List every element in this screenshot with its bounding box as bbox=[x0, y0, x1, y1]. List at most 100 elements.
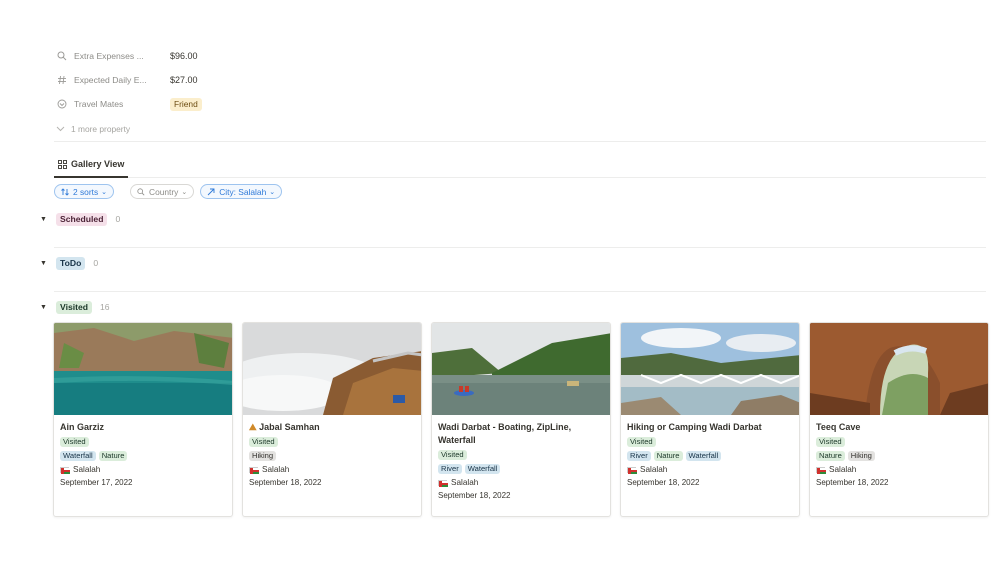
tab-label: Gallery View bbox=[71, 159, 125, 169]
tab-gallery-view[interactable]: Gallery View bbox=[54, 152, 129, 178]
arrow-up-right-icon bbox=[207, 188, 215, 196]
tag: Nature bbox=[98, 451, 128, 461]
status-badge: Visited bbox=[60, 437, 89, 447]
cover-image bbox=[243, 323, 421, 415]
date-label: September 18, 2022 bbox=[249, 478, 322, 487]
person-circle-icon bbox=[56, 98, 68, 110]
tag: Nature bbox=[653, 451, 683, 461]
property-row-expected-daily[interactable]: Expected Daily E... $27.00 bbox=[56, 68, 986, 92]
view-tabs-bar: Gallery View bbox=[54, 152, 986, 178]
gallery-card[interactable]: Wadi Darbat - Boating, ZipLine, Waterfal… bbox=[431, 322, 611, 517]
card-title: Wadi Darbat - Boating, ZipLine, Waterfal… bbox=[438, 422, 572, 445]
card-title: Hiking or Camping Wadi Darbat bbox=[627, 422, 762, 432]
properties-panel: Extra Expenses ... $96.00 Expected Daily… bbox=[56, 44, 986, 142]
triangle-down-icon[interactable]: ▼ bbox=[40, 260, 50, 267]
mountain-emoji-icon: ⛰ bbox=[249, 422, 257, 432]
country-filter-chip[interactable]: Country ⌄ bbox=[130, 184, 195, 199]
city-label: Salalah bbox=[60, 465, 226, 474]
group-count: 0 bbox=[115, 214, 121, 224]
tag: Hiking bbox=[249, 451, 277, 461]
divider bbox=[54, 291, 986, 292]
sort-icon bbox=[61, 187, 69, 196]
cover-image bbox=[810, 323, 988, 415]
triangle-down-icon[interactable]: ▼ bbox=[40, 304, 50, 311]
gallery-cards: Ain Garziz Visited Waterfall Nature Sala… bbox=[53, 322, 989, 517]
card-title: Ain Garziz bbox=[60, 422, 105, 432]
more-property-label: 1 more property bbox=[71, 124, 131, 134]
tag: Waterfall bbox=[60, 451, 96, 461]
chevron-down-icon: ⌄ bbox=[181, 188, 188, 196]
oman-flag-icon bbox=[438, 479, 448, 487]
group-label: Visited bbox=[56, 300, 93, 314]
divider bbox=[54, 247, 986, 248]
status-badge: Visited bbox=[249, 437, 278, 447]
tag: Hiking bbox=[847, 451, 875, 461]
tag: Nature bbox=[816, 451, 845, 461]
oman-flag-icon bbox=[249, 466, 259, 474]
card-title: Teeq Cave bbox=[816, 422, 861, 432]
property-value[interactable]: $96.00 bbox=[170, 51, 198, 61]
chevron-down-icon: ⌄ bbox=[101, 188, 108, 196]
filter-bar: 2 sorts ⌄ Country ⌄ City: Salalah ⌄ bbox=[54, 184, 283, 199]
country-filter-label: Country bbox=[149, 186, 179, 197]
group-count: 0 bbox=[93, 258, 99, 268]
chevron-down-icon: ⌄ bbox=[269, 188, 276, 196]
city-filter-label: City: Salalah bbox=[219, 186, 267, 197]
chevron-down-icon bbox=[56, 124, 65, 134]
sorts-label: 2 sorts bbox=[73, 186, 99, 197]
tag: River bbox=[627, 451, 651, 461]
property-value[interactable]: Friend bbox=[170, 97, 202, 111]
gallery-card[interactable]: Ain Garziz Visited Waterfall Nature Sala… bbox=[53, 322, 233, 517]
date-label: September 18, 2022 bbox=[816, 478, 889, 487]
group-visited[interactable]: ▼ Visited 16 bbox=[40, 299, 110, 315]
city-label: Salalah bbox=[249, 465, 415, 474]
city-name: Salalah bbox=[640, 465, 668, 474]
status-badge: Visited bbox=[627, 437, 656, 447]
gallery-icon bbox=[58, 159, 67, 169]
city-label: Salalah bbox=[627, 465, 793, 474]
property-row-travel-mates[interactable]: Travel Mates Friend bbox=[56, 92, 986, 116]
hash-icon bbox=[56, 74, 68, 86]
city-name: Salalah bbox=[451, 478, 479, 487]
date-label: September 18, 2022 bbox=[627, 478, 700, 487]
status-badge: Visited bbox=[816, 437, 845, 447]
group-count: 16 bbox=[100, 302, 110, 312]
oman-flag-icon bbox=[627, 466, 637, 474]
city-label: Salalah bbox=[438, 478, 604, 487]
city-name: Salalah bbox=[73, 465, 101, 474]
property-value[interactable]: $27.00 bbox=[170, 75, 198, 85]
property-row-extra-expenses[interactable]: Extra Expenses ... $96.00 bbox=[56, 44, 986, 68]
friend-tag: Friend bbox=[170, 97, 202, 111]
cover-image bbox=[54, 323, 232, 415]
group-label: ToDo bbox=[56, 256, 86, 270]
status-badge: Visited bbox=[438, 450, 467, 460]
card-title-text: Jabal Samhan bbox=[259, 422, 320, 432]
search-icon bbox=[56, 50, 68, 62]
gallery-card[interactable]: ⛰ Jabal Samhan Visited Hiking Salalah Se… bbox=[242, 322, 422, 517]
property-name: Extra Expenses ... bbox=[74, 51, 144, 61]
gallery-card[interactable]: Hiking or Camping Wadi Darbat Visited Ri… bbox=[620, 322, 800, 517]
gallery-card[interactable]: Teeq Cave Visited Nature Hiking Salalah … bbox=[809, 322, 989, 517]
group-scheduled[interactable]: ▼ Scheduled 0 bbox=[40, 211, 120, 227]
triangle-down-icon[interactable]: ▼ bbox=[40, 216, 50, 223]
tag: River bbox=[438, 464, 462, 474]
cover-image bbox=[432, 323, 610, 415]
divider bbox=[54, 141, 986, 142]
city-filter-chip[interactable]: City: Salalah ⌄ bbox=[200, 184, 283, 199]
city-name: Salalah bbox=[262, 465, 290, 474]
tag: Waterfall bbox=[685, 451, 722, 461]
property-name: Travel Mates bbox=[74, 99, 124, 109]
group-todo[interactable]: ▼ ToDo 0 bbox=[40, 255, 98, 271]
tag: Waterfall bbox=[464, 464, 501, 474]
sorts-chip[interactable]: 2 sorts ⌄ bbox=[54, 184, 115, 199]
card-title: ⛰ Jabal Samhan bbox=[249, 421, 415, 434]
search-icon bbox=[137, 187, 145, 196]
more-property-toggle[interactable]: 1 more property bbox=[56, 116, 986, 142]
city-name: Salalah bbox=[829, 465, 857, 474]
oman-flag-icon bbox=[816, 466, 826, 474]
property-name: Expected Daily E... bbox=[74, 75, 147, 85]
date-label: September 17, 2022 bbox=[60, 478, 133, 487]
city-label: Salalah bbox=[816, 465, 982, 474]
group-label: Scheduled bbox=[56, 212, 108, 226]
cover-image bbox=[621, 323, 799, 415]
